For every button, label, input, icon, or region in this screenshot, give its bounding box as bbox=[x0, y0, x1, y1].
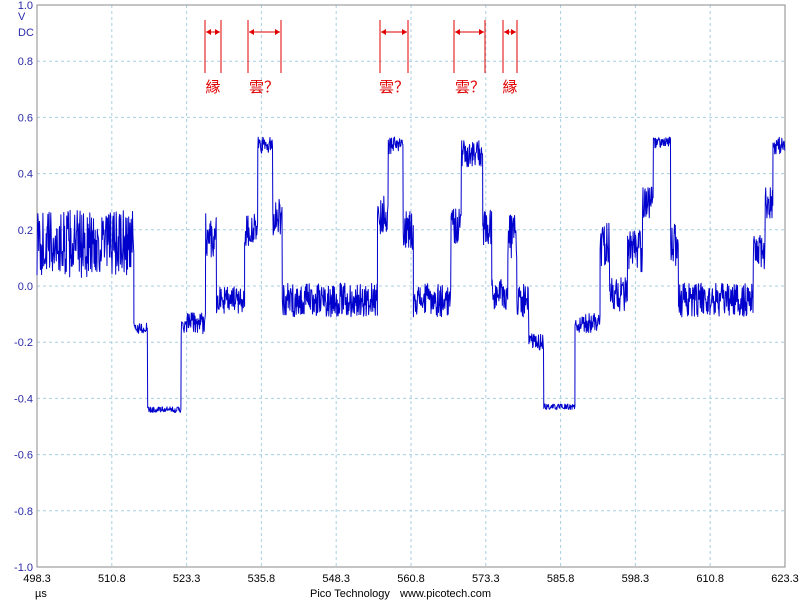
y-tick-label: 0.8 bbox=[18, 56, 33, 68]
x-tick-label: 573.3 bbox=[472, 573, 500, 585]
x-tick-label: 598.3 bbox=[622, 573, 650, 585]
annotation-marker bbox=[453, 20, 486, 73]
x-tick-label: 510.8 bbox=[98, 573, 126, 585]
annotation-label: 雲？ bbox=[379, 78, 409, 96]
y-tick-label: -0.6 bbox=[14, 450, 33, 462]
x-tick-labels: 498.3 510.8 523.3 535.8 548.3 560.8 573.3 585.8… bbox=[23, 573, 799, 585]
y-tick-label: -0.2 bbox=[14, 337, 33, 349]
y-tick-label: -0.8 bbox=[14, 506, 33, 518]
y-axis-coupling: DC bbox=[18, 27, 34, 39]
annotation-label: 雲？ bbox=[455, 78, 485, 96]
x-tick-label: 535.8 bbox=[248, 573, 276, 585]
y-tick-label: 0.4 bbox=[18, 169, 33, 181]
y-tick-label: -0.4 bbox=[14, 393, 33, 405]
grid bbox=[37, 5, 785, 567]
annotation-label: 縁 bbox=[205, 78, 220, 96]
y-tick-label: 0.0 bbox=[18, 281, 33, 293]
y-tick-labels: 1.00.80.60.40.20.0-0.2-0.4-0.6-0.8-1.0 bbox=[14, 0, 33, 574]
annotation-marker bbox=[204, 20, 222, 73]
x-tick-label: 560.8 bbox=[397, 573, 425, 585]
x-tick-label: 498.3 bbox=[23, 573, 51, 585]
annotation-layer: 縁雲？ 雲？ 雲？縁 bbox=[204, 20, 518, 96]
annotation-marker bbox=[502, 20, 518, 73]
x-tick-label: 610.8 bbox=[696, 573, 724, 585]
x-axis-unit: µs bbox=[35, 588, 47, 600]
oscilloscope-chart: 縁雲？ 雲？ 雲？縁 1.00.80.60.40.20.0-0.2-0.4-0.6-… bbox=[14, 0, 799, 600]
footer-brand: Pico Technology bbox=[310, 588, 390, 600]
x-tick-label: 623.3 bbox=[771, 573, 799, 585]
annotation-label: 雲？ bbox=[249, 78, 279, 96]
annotation-marker bbox=[247, 20, 282, 73]
annotation-marker bbox=[379, 20, 409, 73]
y-tick-label: 0.6 bbox=[18, 112, 33, 124]
x-tick-label: 585.8 bbox=[547, 573, 575, 585]
y-tick-label: 0.2 bbox=[18, 225, 33, 237]
x-tick-label: 548.3 bbox=[322, 573, 350, 585]
x-tick-label: 523.3 bbox=[173, 573, 201, 585]
y-axis-unit: V bbox=[18, 11, 26, 23]
annotation-label: 縁 bbox=[502, 78, 517, 96]
footer-website: www.picotech.com bbox=[399, 588, 491, 600]
